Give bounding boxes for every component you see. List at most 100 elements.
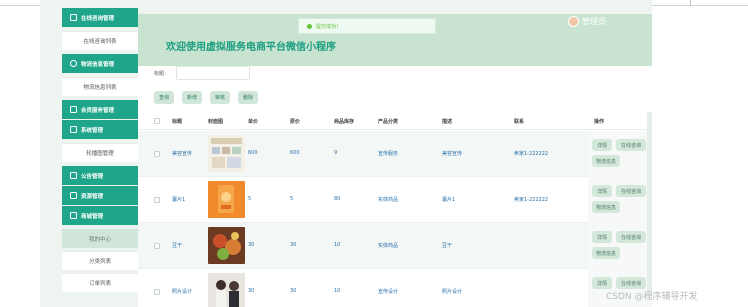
sidebar-item-label: 商城管理 (81, 213, 104, 220)
logistics-button[interactable]: 物流信息 (592, 155, 620, 167)
cell-original-price: 30 (290, 288, 297, 294)
row-checkbox[interactable] (154, 151, 160, 157)
sidebar-item-label: 订单列表 (88, 281, 111, 287)
cell-description: 豆干 (442, 243, 453, 249)
sidebar-group-system[interactable]: 系统管理 (62, 120, 138, 139)
success-toast: 提交成功！ (298, 18, 436, 34)
sidebar-item-my-center[interactable]: 我的中心 (62, 229, 138, 248)
logistics-button[interactable]: 物流信息 (592, 247, 620, 259)
truck-icon (70, 60, 77, 67)
sidebar-item-label: 在线咨询列表 (83, 39, 117, 45)
column-header[interactable]: 联系 (514, 118, 524, 125)
detail-button[interactable]: 详情 (592, 277, 612, 289)
column-header[interactable]: 描述 (442, 118, 452, 125)
sidebar-item-logistics-list[interactable]: 物流信息列表 (62, 77, 138, 96)
sidebar-group-resource[interactable]: 资源管理 (62, 186, 138, 205)
sidebar-group-consult[interactable]: 在线咨询管理 (62, 8, 138, 27)
cell-category: 宣传服务 (378, 151, 399, 157)
consult-button[interactable]: 在线咨询 (616, 139, 646, 151)
review-button[interactable]: 审核 (210, 91, 230, 104)
cell-category: 宣传设计 (378, 289, 399, 295)
consult-button[interactable]: 在线咨询 (616, 277, 646, 289)
detail-button[interactable]: 详情 (592, 231, 612, 243)
cell-stock: 10 (334, 288, 341, 294)
cell-category: 实体商品 (378, 197, 399, 203)
sidebar-item-label: 我的中心 (88, 236, 111, 243)
column-header[interactable]: 标题 (172, 118, 182, 125)
row-actions: 详情 在线咨询 物流信息 (588, 131, 652, 177)
sidebar-item-label: 系统管理 (81, 127, 104, 134)
cell-title: 美容宣传 (172, 151, 193, 157)
sidebar-group-logistics[interactable]: 物流信息管理 (62, 54, 138, 73)
cell-title: 豆干 (172, 243, 183, 249)
app-frame: 在线咨询管理 在线咨询列表 物流信息管理 物流信息列表 会员服务管理 系统管理 … (40, 0, 652, 307)
consult-button[interactable]: 在线咨询 (616, 231, 646, 243)
cell-title: 照片设计 (172, 289, 193, 295)
resource-icon (70, 192, 77, 199)
row-checkbox[interactable] (154, 289, 160, 295)
sidebar-item-category-list[interactable]: 分类列表 (62, 251, 138, 270)
column-header[interactable]: 原价 (290, 118, 300, 125)
user-menu[interactable]: 管理员 (568, 16, 606, 27)
sidebar-group-notice[interactable]: 公告管理 (62, 166, 138, 185)
sidebar-item-label: 分类列表 (88, 259, 111, 265)
table-scrollbar[interactable] (647, 112, 652, 295)
logistics-button[interactable]: 物流信息 (592, 201, 620, 213)
cell-description: 美容宣传 (442, 151, 463, 157)
sidebar: 在线咨询管理 在线咨询列表 物流信息管理 物流信息列表 会员服务管理 系统管理 … (62, 8, 138, 307)
column-header: 操作 (594, 119, 605, 125)
detail-button[interactable]: 详情 (592, 185, 612, 197)
select-all-checkbox[interactable] (154, 118, 160, 124)
add-button[interactable]: 新增 (182, 91, 202, 104)
main-area: 欢迎使用虚拟服务电商平台微信小程序 提交成功！ 管理员 标题： 查询 新增 审核… (138, 14, 652, 307)
sidebar-item-label: 在线咨询管理 (81, 15, 115, 22)
sidebar-group-shop[interactable]: 商城管理 (62, 206, 138, 225)
column-header[interactable]: 产品分类 (378, 118, 398, 125)
column-header[interactable]: 单价 (248, 118, 258, 125)
column-header[interactable]: 商品库存 (334, 118, 354, 125)
row-checkbox[interactable] (154, 243, 160, 249)
table-header: 标题 封面图 单价 原价 商品库存 产品分类 描述 联系 操作 (138, 112, 652, 130)
cell-price: 30 (248, 288, 255, 294)
notice-icon (70, 172, 77, 179)
query-button[interactable]: 查询 (154, 91, 174, 104)
table-row: 薯片1 5 5 80 实体商品 薯片1 卖家1-222222 详情 在线咨询 物… (138, 177, 652, 223)
page-edge-mark (690, 0, 691, 6)
column-header: 封面图 (208, 119, 224, 125)
consult-button[interactable]: 在线咨询 (616, 185, 646, 197)
page-title: 欢迎使用虚拟服务电商平台微信小程序 (166, 42, 336, 53)
delete-button[interactable]: 删除 (238, 91, 258, 104)
cell-stock: 9 (334, 150, 338, 156)
cell-price: 5 (248, 196, 252, 202)
cover-image (208, 273, 245, 307)
detail-button[interactable]: 详情 (592, 139, 612, 151)
cover-image (208, 227, 245, 264)
sidebar-item-label: 轮播图管理 (86, 151, 114, 157)
toast-message: 提交成功！ (316, 23, 342, 30)
cell-price: 30 (248, 242, 255, 248)
sidebar-item-label: 公告管理 (81, 173, 104, 180)
row-checkbox[interactable] (154, 197, 160, 203)
cell-contact: 卖家1-222222 (514, 151, 549, 157)
sidebar-item-label: 会员服务管理 (81, 107, 115, 114)
cell-original-price: 30 (290, 242, 297, 248)
sidebar-item-carousel[interactable]: 轮播图管理 (62, 143, 138, 162)
sidebar-item-consult-list[interactable]: 在线咨询列表 (62, 31, 138, 50)
success-icon (307, 23, 312, 29)
sidebar-item-label: 资源管理 (81, 193, 104, 200)
sidebar-group-member[interactable]: 会员服务管理 (62, 100, 138, 119)
sidebar-item-label: 物流信息管理 (81, 61, 115, 68)
header-banner: 欢迎使用虚拟服务电商平台微信小程序 提交成功！ 管理员 (138, 14, 652, 66)
settings-icon (70, 126, 77, 133)
cell-stock: 10 (334, 242, 341, 248)
sidebar-item-order-list[interactable]: 订单列表 (62, 273, 138, 292)
sidebar-item-label: 物流信息列表 (83, 85, 117, 91)
cell-price: 600 (248, 150, 258, 156)
shop-icon (70, 212, 77, 219)
table-row: 豆干 30 30 10 实体商品 豆干 详情 在线咨询 物流信息 (138, 223, 652, 269)
search-input[interactable] (176, 66, 250, 80)
cell-contact: 卖家1-222222 (514, 197, 549, 203)
member-icon (70, 106, 77, 113)
user-name: 管理员 (582, 17, 606, 26)
row-actions: 详情 在线咨询 物流信息 (588, 177, 652, 223)
